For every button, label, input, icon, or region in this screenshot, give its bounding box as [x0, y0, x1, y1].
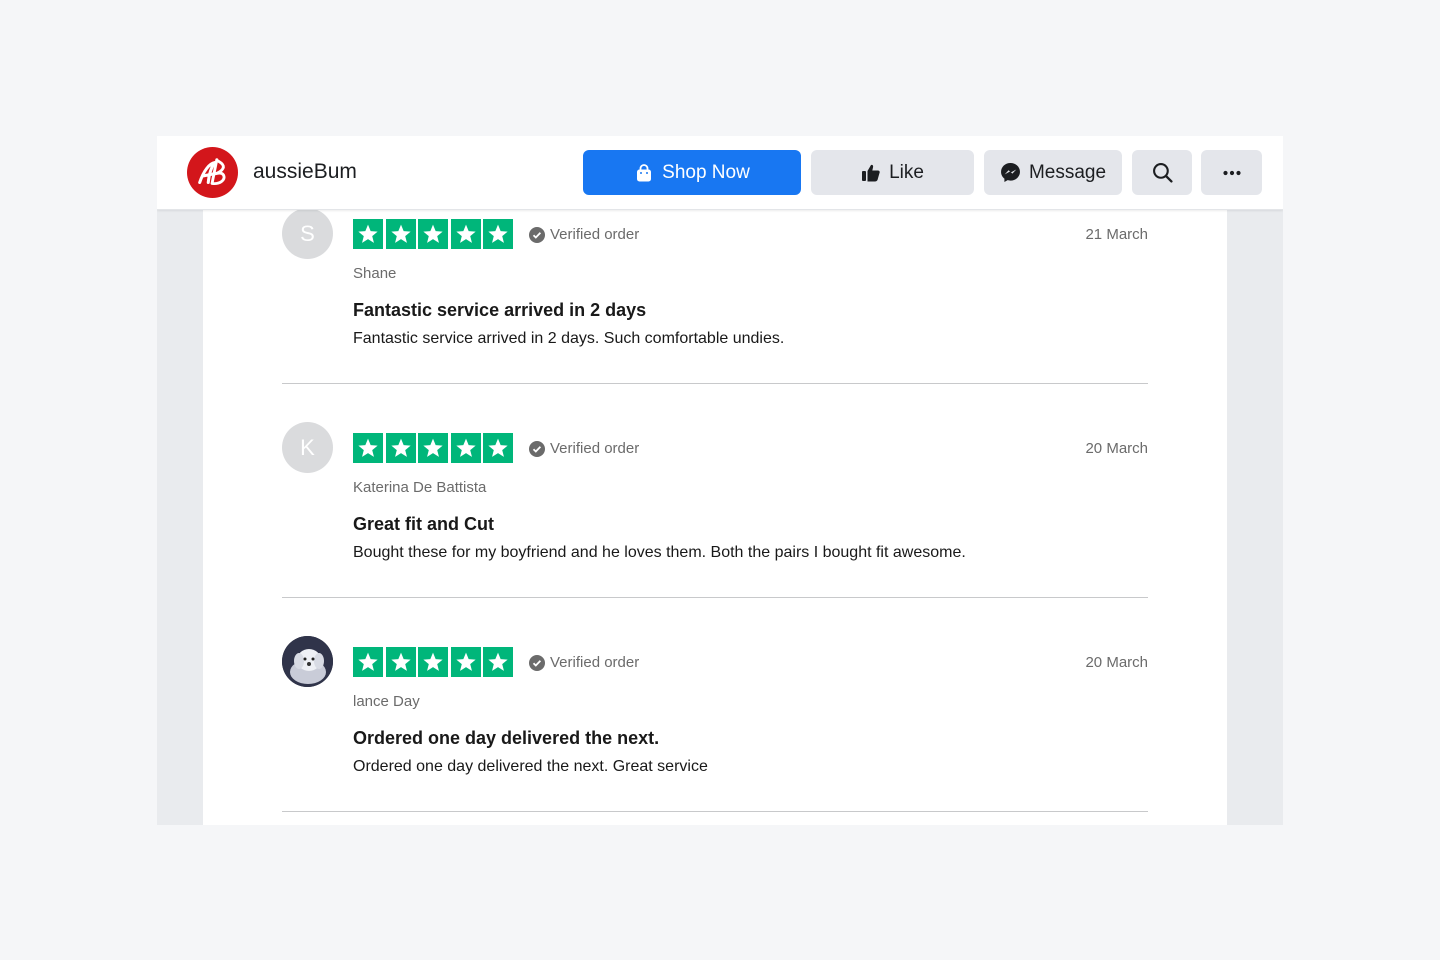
star-rating [353, 647, 516, 677]
star-icon [418, 219, 448, 249]
like-button[interactable]: Like [811, 150, 974, 195]
thumbs-up-icon [862, 164, 880, 181]
star-icon [385, 433, 416, 463]
star-icon [385, 219, 416, 249]
page-name[interactable]: aussieBum [253, 160, 357, 184]
page-frame: S Verified order 21 March Shane Fantasti… [157, 136, 1283, 825]
review-card: K Verified order 20 March Katerina De Ba… [282, 422, 1148, 636]
review-author[interactable]: lance Day [353, 693, 420, 710]
verified-label: Verified order [550, 226, 640, 243]
star-icon [450, 433, 481, 463]
message-label: Message [1028, 161, 1107, 183]
review-title[interactable]: Great fit and Cut [353, 514, 494, 535]
star-icon [353, 647, 383, 677]
star-icon [450, 647, 481, 677]
star-icon [353, 219, 383, 249]
avatar-photo [282, 636, 333, 687]
search-button[interactable] [1132, 150, 1192, 195]
verified-badge: Verified order [529, 226, 639, 243]
review-body: Ordered one day delivered the next. Grea… [353, 758, 708, 775]
page-header: aussieBum Shop Now Like Message [157, 136, 1283, 210]
verified-badge: Verified order [529, 654, 639, 671]
review-body: Bought these for my boyfriend and he lov… [353, 544, 966, 561]
star-icon [385, 647, 416, 677]
star-icon [483, 647, 513, 677]
like-label: Like [889, 161, 924, 183]
search-icon [1152, 163, 1173, 183]
review-author[interactable]: Katerina De Battista [353, 479, 486, 496]
divider [282, 811, 1148, 812]
shop-now-label: Shop Now [662, 161, 750, 183]
more-options-button[interactable] [1201, 150, 1262, 195]
review-body: Fantastic service arrived in 2 days. Suc… [353, 330, 785, 347]
review-card: Verified order 20 March lance Day Ordere… [282, 636, 1148, 825]
review-author[interactable]: Shane [353, 265, 396, 282]
review-title[interactable]: Fantastic service arrived in 2 days [353, 300, 646, 321]
reviews-panel: S Verified order 21 March Shane Fantasti… [203, 136, 1227, 825]
review-date: 20 March [1085, 440, 1148, 457]
star-icon [353, 433, 383, 463]
review-date: 21 March [1085, 226, 1148, 243]
star-icon [418, 647, 448, 677]
verified-badge: Verified order [529, 440, 639, 457]
star-icon [483, 219, 513, 249]
aussiebum-logo-icon [197, 157, 225, 185]
more-dots-icon [1222, 170, 1241, 175]
divider [282, 383, 1148, 384]
star-icon [418, 433, 448, 463]
divider [282, 597, 1148, 598]
avatar: S [282, 208, 333, 259]
star-icon [483, 433, 513, 463]
message-button[interactable]: Message [984, 150, 1122, 195]
messenger-icon [1000, 163, 1020, 182]
star-icon [450, 219, 481, 249]
shop-now-button[interactable]: Shop Now [583, 150, 801, 195]
review-date: 20 March [1085, 654, 1148, 671]
review-card: S Verified order 21 March Shane Fantasti… [282, 208, 1148, 422]
brand-logo[interactable] [187, 147, 238, 198]
star-rating [353, 219, 516, 249]
star-rating [353, 433, 516, 463]
review-title[interactable]: Ordered one day delivered the next. [353, 728, 659, 749]
check-circle-icon [529, 440, 545, 457]
verified-label: Verified order [550, 440, 640, 457]
dog-photo-icon [282, 636, 333, 687]
shopping-bag-icon [637, 163, 652, 181]
verified-label: Verified order [550, 654, 640, 671]
avatar: K [282, 422, 333, 473]
check-circle-icon [529, 226, 545, 243]
check-circle-icon [529, 654, 545, 671]
